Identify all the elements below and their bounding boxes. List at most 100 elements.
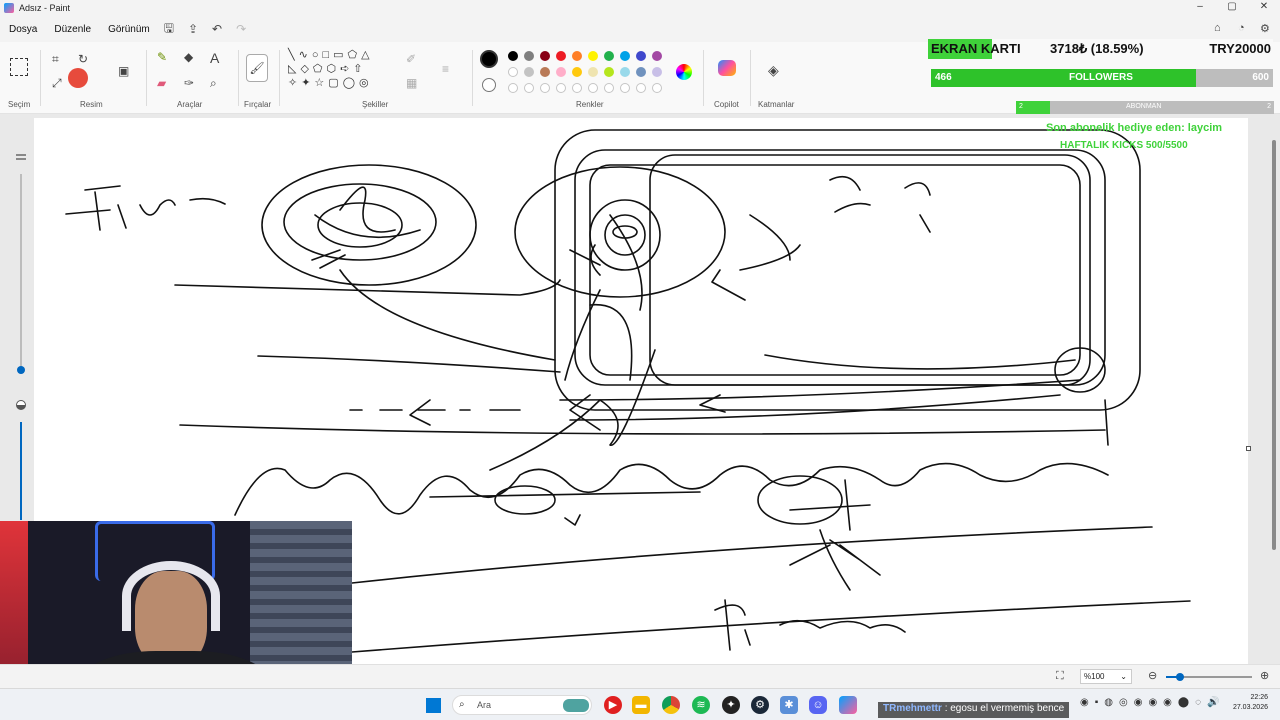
settings-app-icon[interactable]: ✱ xyxy=(780,696,798,714)
settings-icon[interactable]: ⚙ xyxy=(1260,22,1270,35)
canvas-resize-handle[interactable] xyxy=(1246,446,1251,451)
custom-color-slot[interactable] xyxy=(556,83,566,93)
image-select-icon[interactable] xyxy=(68,68,88,88)
spotify-icon[interactable]: ≋ xyxy=(692,696,710,714)
group-label-brushes: Fırçalar xyxy=(244,100,272,109)
palette-swatch[interactable] xyxy=(556,67,566,77)
zoom-slider[interactable] xyxy=(1166,673,1252,681)
notifications-icon[interactable]: ⌂ xyxy=(1214,22,1221,34)
brush-size-slider[interactable] xyxy=(16,154,26,379)
copilot-icon[interactable] xyxy=(718,60,736,76)
file-explorer-icon[interactable]: ▬ xyxy=(632,696,650,714)
custom-color-slot[interactable] xyxy=(524,83,534,93)
pencil-icon[interactable]: ✎ xyxy=(157,50,167,64)
color-2-swatch[interactable] xyxy=(482,78,496,92)
text-icon[interactable]: A xyxy=(210,50,219,66)
shape-size-icon[interactable]: ≡ xyxy=(442,62,449,76)
webcam-headphones xyxy=(122,561,220,631)
redo-icon[interactable]: ↷ xyxy=(236,22,246,36)
chat-ticker: TRmehmettr : egosu el vermemiş bence xyxy=(878,702,1070,718)
share-icon[interactable]: ⇪ xyxy=(188,22,198,36)
palette-swatch[interactable] xyxy=(508,51,518,61)
fill-icon[interactable]: ◆ xyxy=(184,50,193,64)
edit-colors-icon[interactable] xyxy=(676,64,692,80)
custom-color-slot[interactable] xyxy=(652,83,662,93)
custom-color-slot[interactable] xyxy=(604,83,614,93)
shapes-gallery[interactable]: ╲∿○□▭⬠△ ◺◇⬠⬡➪⇧ ✧✦☆▢◯◎ xyxy=(288,48,392,98)
eraser-icon[interactable]: ▰ xyxy=(157,76,166,90)
goal-bar: EKRAN KARTI 3718₺ (18.59%) TRY20000 xyxy=(928,39,1273,59)
custom-color-slot[interactable] xyxy=(572,83,582,93)
opacity-slider[interactable] xyxy=(16,400,26,520)
magnifier-icon[interactable]: ⌕ xyxy=(210,76,217,91)
account-icon[interactable]: ◔ xyxy=(1238,22,1245,34)
paint-taskbar-icon[interactable] xyxy=(839,696,857,714)
color-1-swatch[interactable] xyxy=(480,50,498,68)
zoom-slider-thumb[interactable] xyxy=(1176,673,1184,681)
brush-icon[interactable]: 🖌 xyxy=(246,54,268,82)
youtube-music-icon[interactable]: ▶ xyxy=(604,696,622,714)
taskbar-search[interactable]: ⌕ Ara xyxy=(452,695,592,715)
palette-swatch[interactable] xyxy=(636,51,646,61)
palette-swatch[interactable] xyxy=(620,67,630,77)
steam-icon[interactable]: ⚙ xyxy=(751,696,769,714)
custom-color-slot[interactable] xyxy=(636,83,646,93)
palette-swatch[interactable] xyxy=(652,67,662,77)
custom-color-slot[interactable] xyxy=(588,83,598,93)
palette-swatch[interactable] xyxy=(636,67,646,77)
menu-bar: Dosya Düzenle Görünüm 🖫 ⇪ ↶ ↷ xyxy=(0,18,254,40)
zoom-value: %100 xyxy=(1084,672,1105,681)
clock[interactable]: 22:26 27.03.2026 xyxy=(1233,693,1268,713)
palette-swatch[interactable] xyxy=(540,67,550,77)
custom-color-slot[interactable] xyxy=(540,83,550,93)
brush-size-thumb[interactable] xyxy=(17,366,25,374)
start-button[interactable] xyxy=(426,698,441,713)
palette-swatch[interactable] xyxy=(652,51,662,61)
menu-file[interactable]: Dosya xyxy=(9,24,37,35)
palette-swatch[interactable] xyxy=(556,51,566,61)
rotate-icon[interactable]: ↻ xyxy=(78,52,88,66)
paint-app-icon xyxy=(4,3,14,13)
palette-swatch[interactable] xyxy=(540,51,550,61)
zoom-select[interactable]: %100 ⌄ xyxy=(1080,669,1132,684)
search-placeholder: Ara xyxy=(477,700,492,710)
sub-count: 2 xyxy=(1019,103,1023,110)
palette-swatch[interactable] xyxy=(604,51,614,61)
palette-swatch[interactable] xyxy=(508,67,518,77)
resize-icon[interactable]: ⤢ xyxy=(52,76,62,91)
custom-color-slot[interactable] xyxy=(620,83,630,93)
palette-swatch[interactable] xyxy=(524,51,534,61)
menu-view[interactable]: Görünüm xyxy=(108,24,150,35)
chrome-icon[interactable] xyxy=(662,696,680,714)
fill-style-icon[interactable]: ▦ xyxy=(406,76,417,90)
outline-icon[interactable]: ✐ xyxy=(406,52,416,66)
maximize-button[interactable]: ▢ xyxy=(1216,0,1248,16)
zoom-in-icon[interactable]: ⊕ xyxy=(1260,669,1269,682)
app-icon-dark[interactable]: ✦ xyxy=(722,696,740,714)
discord-icon[interactable]: ☺ xyxy=(809,696,827,714)
color-picker-icon[interactable]: ✑ xyxy=(184,76,194,90)
custom-color-slot[interactable] xyxy=(508,83,518,93)
palette-swatch[interactable] xyxy=(604,67,614,77)
menu-edit[interactable]: Düzenle xyxy=(54,24,91,35)
remove-background-icon[interactable]: ▣ xyxy=(118,64,129,78)
crop-icon[interactable]: ⌗ xyxy=(52,52,59,67)
zoom-out-icon[interactable]: ⊖ xyxy=(1148,669,1157,682)
fit-to-window-icon[interactable]: ⛶ xyxy=(1056,670,1064,683)
save-icon[interactable]: 🖫 xyxy=(164,19,174,40)
vertical-scrollbar[interactable] xyxy=(1272,140,1276,550)
palette-swatch[interactable] xyxy=(588,51,598,61)
palette-swatch[interactable] xyxy=(524,67,534,77)
group-label-layers: Katmanlar xyxy=(758,100,795,109)
layers-icon[interactable]: ◈ xyxy=(768,62,779,79)
select-tool-icon[interactable] xyxy=(10,58,28,76)
minimize-button[interactable]: – xyxy=(1184,0,1216,16)
undo-icon[interactable]: ↶ xyxy=(212,22,222,36)
chat-user: TRmehmettr xyxy=(883,703,942,714)
tray-icons[interactable]: ◉▪◍◎◉◉◉⬤◌🔊 xyxy=(1080,697,1225,708)
palette-swatch[interactable] xyxy=(572,67,582,77)
close-button[interactable]: ✕ xyxy=(1248,0,1280,16)
palette-swatch[interactable] xyxy=(588,67,598,77)
palette-swatch[interactable] xyxy=(572,51,582,61)
palette-swatch[interactable] xyxy=(620,51,630,61)
